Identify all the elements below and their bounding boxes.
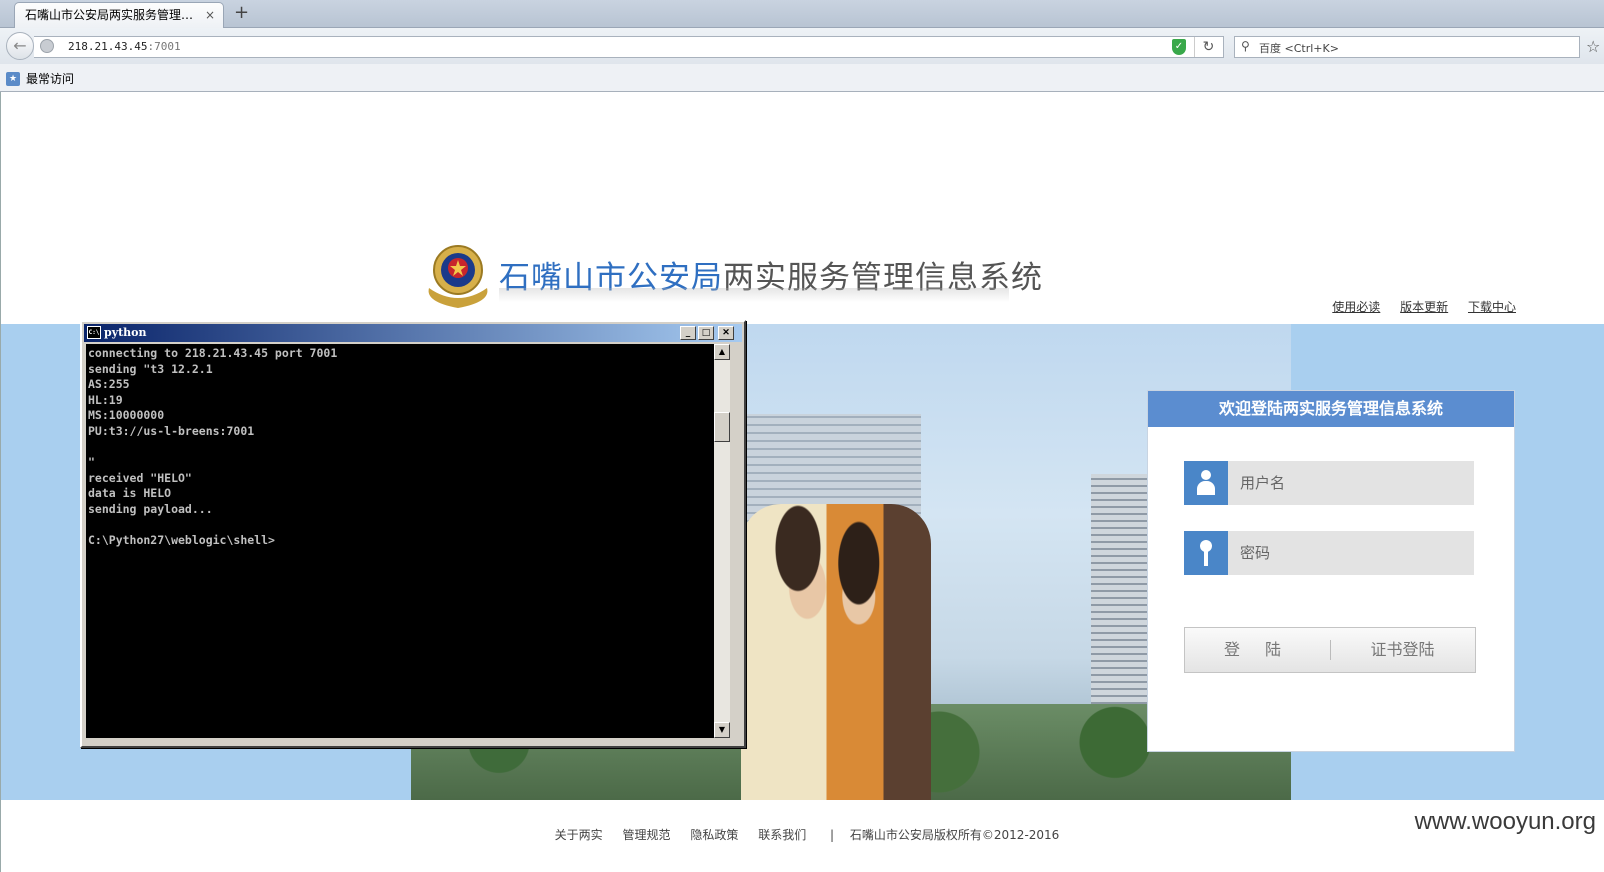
maximize-icon[interactable]: □ (698, 326, 714, 340)
close-icon[interactable]: ✕ (718, 326, 734, 340)
footer-link-privacy[interactable]: 隐私政策 (690, 828, 738, 842)
password-field[interactable] (1184, 531, 1474, 575)
console-title: python (104, 326, 147, 339)
login-button-group: 登 陆 证书登陆 (1184, 627, 1476, 673)
address-bar[interactable]: 218.21.43.45:7001 ✓ ↻ (34, 36, 1224, 58)
footer: 关于两实 管理规范 隐私政策 联系我们 | 石嘴山市公安局版权所有©2012-2… (1, 826, 1604, 843)
footer-copyright: 石嘴山市公安局版权所有©2012-2016 (849, 828, 1060, 842)
search-box[interactable]: ⚲ 百度 <Ctrl+K> (1234, 36, 1580, 58)
navigation-toolbar: ← 218.21.43.45:7001 ✓ ↻ ⚲ 百度 <Ctrl+K> ☆ (0, 28, 1604, 64)
username-input[interactable] (1228, 461, 1474, 505)
watermark: www.wooyun.org (1414, 808, 1596, 835)
scroll-up-icon[interactable]: ▲ (714, 344, 730, 360)
link-usage-guide[interactable]: 使用必读 (1332, 300, 1380, 314)
browser-tab[interactable]: 石嘴山市公安局两实服务管理… × (14, 2, 224, 28)
footer-link-contact[interactable]: 联系我们 (758, 828, 806, 842)
cert-login-button[interactable]: 证书登陆 (1330, 628, 1475, 672)
search-icon: ⚲ (1241, 39, 1250, 53)
tab-title: 石嘴山市公安局两实服务管理… (25, 8, 194, 22)
console-window[interactable]: C:\ python _ □ ✕ connecting to 218.21.43… (80, 320, 746, 748)
password-input[interactable] (1228, 531, 1474, 575)
tab-bar: 石嘴山市公安局两实服务管理… × + (0, 0, 1604, 28)
url-text: 218.21.43.45:7001 (68, 40, 181, 53)
username-field[interactable] (1184, 461, 1474, 505)
back-arrow-icon: ← (13, 36, 27, 55)
top-links: 使用必读 版本更新 下载中心 (1316, 298, 1516, 315)
link-version-update[interactable]: 版本更新 (1400, 300, 1448, 314)
shield-icon[interactable]: ✓ (1172, 39, 1186, 55)
minimize-icon[interactable]: _ (680, 326, 696, 340)
key-icon (1184, 531, 1228, 575)
user-icon (1184, 461, 1228, 505)
search-placeholder: 百度 <Ctrl+K> (1259, 42, 1339, 55)
scroll-thumb[interactable] (714, 412, 730, 442)
url-port: :7001 (147, 40, 181, 53)
console-system-icon[interactable]: C:\ (87, 326, 101, 339)
back-button[interactable]: ← (6, 32, 34, 60)
new-tab-button[interactable]: + (234, 3, 249, 23)
bookmark-star-icon[interactable]: ☆ (1586, 37, 1600, 56)
title-reflection (499, 288, 1009, 302)
police-emblem-icon (428, 245, 488, 308)
url-host: 218.21.43.45 (68, 40, 148, 53)
console-titlebar[interactable]: C:\ python _ □ ✕ (84, 324, 742, 342)
login-button[interactable]: 登 陆 (1185, 628, 1330, 672)
login-heading: 欢迎登陆两实服务管理信息系统 (1148, 391, 1514, 427)
scroll-down-icon[interactable]: ▼ (714, 722, 730, 738)
bookmark-most-visited[interactable]: 最常访问 (26, 70, 74, 87)
footer-link-rules[interactable]: 管理规范 (623, 828, 671, 842)
login-panel: 欢迎登陆两实服务管理信息系统 登 陆 证书登陆 (1147, 390, 1515, 752)
bookmarks-toolbar: ★ 最常访问 (0, 64, 1604, 92)
console-output[interactable]: connecting to 218.21.43.45 port 7001 sen… (86, 344, 714, 738)
console-scrollbar[interactable]: ▲ ▼ (714, 344, 730, 738)
footer-links: 关于两实 管理规范 隐私政策 联系我们 (547, 828, 818, 842)
link-download-center[interactable]: 下载中心 (1468, 300, 1516, 314)
family-image (741, 504, 931, 800)
globe-icon (40, 39, 54, 53)
close-tab-icon[interactable]: × (205, 3, 215, 27)
reload-icon[interactable]: ↻ (1194, 37, 1222, 57)
bookmark-folder-icon: ★ (6, 72, 20, 86)
footer-separator: | (830, 828, 835, 842)
footer-link-about[interactable]: 关于两实 (555, 828, 603, 842)
